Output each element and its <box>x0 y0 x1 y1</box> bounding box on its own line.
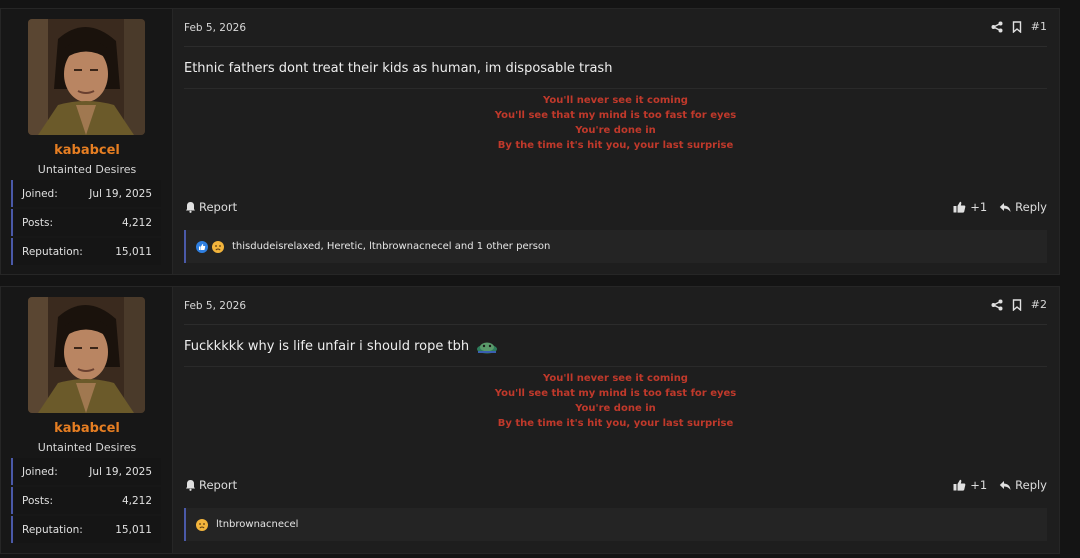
stat-label: Reputation: <box>22 523 83 536</box>
post-content: Feb 5, 2026 #1 Ethnic fathers dont treat… <box>173 9 1059 274</box>
divider <box>184 88 1047 89</box>
report-button[interactable]: Report <box>185 478 237 492</box>
like-count: +1 <box>970 200 988 214</box>
username[interactable]: kababcel <box>1 143 173 158</box>
post-date[interactable]: Feb 5, 2026 <box>184 300 246 312</box>
stat-reputation: Reputation: 15,011 <box>11 516 161 543</box>
user-title: Untainted Desires <box>37 441 137 454</box>
bookmark-icon[interactable] <box>1012 20 1022 33</box>
sad-reaction-icon <box>212 240 224 253</box>
report-button[interactable]: Report <box>185 200 237 214</box>
signature-line: You'll never see it coming <box>543 95 688 106</box>
stat-value: 15,011 <box>115 245 152 258</box>
stat-posts: Posts: 4,212 <box>11 209 161 236</box>
post-message-text: Fuckkkkk why is life unfair i should rop… <box>184 339 470 354</box>
reply-icon <box>999 480 1011 491</box>
username[interactable]: kababcel <box>1 421 173 436</box>
signature-line: By the time it's hit you, your last surp… <box>497 140 734 151</box>
stat-label: Joined: <box>22 187 58 200</box>
like-button[interactable]: +1 <box>953 200 987 214</box>
user-title: Untainted Desires <box>37 163 137 176</box>
reply-label: Reply <box>1015 478 1047 492</box>
reactions-bar[interactable]: thisdudeisrelaxed, Heretic, ltnbrownacne… <box>184 230 1047 263</box>
share-icon[interactable] <box>991 21 1003 33</box>
reactions-text[interactable]: ltnbrownacnecel <box>216 519 298 530</box>
divider <box>184 366 1047 367</box>
share-icon[interactable] <box>991 299 1003 311</box>
rope-emoji-icon <box>476 340 498 354</box>
stat-value: 15,011 <box>115 523 152 536</box>
post-footer-actions: +1 Reply <box>953 200 1047 214</box>
like-reaction-icon <box>196 240 208 253</box>
post-message: Fuckkkkk why is life unfair i should rop… <box>184 339 498 354</box>
stat-joined: Joined: Jul 19, 2025 <box>11 458 161 485</box>
post-content: Feb 5, 2026 #2 Fuckkkkk why is life unfa… <box>173 287 1059 553</box>
thumbs-up-icon <box>953 201 966 213</box>
stat-value: 4,212 <box>121 216 152 229</box>
signature-line: You'll see that my mind is too fast for … <box>494 388 737 399</box>
post-header-actions: #1 <box>991 20 1047 33</box>
bell-icon <box>185 201 196 213</box>
bookmark-icon[interactable] <box>1012 298 1022 311</box>
reply-button[interactable]: Reply <box>999 478 1047 492</box>
stat-joined: Joined: Jul 19, 2025 <box>11 180 161 207</box>
stat-label: Joined: <box>22 465 58 478</box>
stat-posts: Posts: 4,212 <box>11 487 161 514</box>
thumbs-up-icon <box>953 479 966 491</box>
post-message: Ethnic fathers dont treat their kids as … <box>184 61 613 76</box>
user-info-panel: kababcel Untainted Desires Joined: Jul 1… <box>1 9 173 274</box>
post-date[interactable]: Feb 5, 2026 <box>184 22 246 34</box>
signature-line: You're done in <box>575 403 656 414</box>
signature-line: You'll see that my mind is too fast for … <box>494 110 737 121</box>
stat-label: Reputation: <box>22 245 83 258</box>
signature: You'll never see it coming You'll see th… <box>184 371 1047 431</box>
stat-reputation: Reputation: 15,011 <box>11 238 161 265</box>
reply-label: Reply <box>1015 200 1047 214</box>
user-stats: Joined: Jul 19, 2025 Posts: 4,212 Reputa… <box>11 458 161 545</box>
signature-line: You'll never see it coming <box>543 373 688 384</box>
stat-label: Posts: <box>22 494 53 507</box>
avatar[interactable] <box>28 19 145 135</box>
post-header-actions: #2 <box>991 298 1047 311</box>
post-number[interactable]: #2 <box>1031 298 1047 311</box>
reply-button[interactable]: Reply <box>999 200 1047 214</box>
signature: You'll never see it coming You'll see th… <box>184 93 1047 153</box>
avatar[interactable] <box>28 297 145 413</box>
signature-line: By the time it's hit you, your last surp… <box>497 418 734 429</box>
like-count: +1 <box>970 478 988 492</box>
reply-icon <box>999 202 1011 213</box>
report-label: Report <box>199 478 238 492</box>
reactions-bar[interactable]: ltnbrownacnecel <box>184 508 1047 541</box>
divider <box>184 324 1047 325</box>
stat-value: 4,212 <box>121 494 152 507</box>
signature-line: You're done in <box>575 125 656 136</box>
sad-reaction-icon <box>196 518 208 531</box>
post: kababcel Untainted Desires Joined: Jul 1… <box>0 286 1060 554</box>
user-info-panel: kababcel Untainted Desires Joined: Jul 1… <box>1 287 173 553</box>
stat-value: Jul 19, 2025 <box>89 187 152 200</box>
reactions-text[interactable]: thisdudeisrelaxed, Heretic, ltnbrownacne… <box>232 241 550 252</box>
like-button[interactable]: +1 <box>953 478 987 492</box>
user-stats: Joined: Jul 19, 2025 Posts: 4,212 Reputa… <box>11 180 161 267</box>
stat-value: Jul 19, 2025 <box>89 465 152 478</box>
stat-label: Posts: <box>22 216 53 229</box>
bell-icon <box>185 479 196 491</box>
report-label: Report <box>199 200 238 214</box>
post-footer-actions: +1 Reply <box>953 478 1047 492</box>
divider <box>184 46 1047 47</box>
post: kababcel Untainted Desires Joined: Jul 1… <box>0 8 1060 275</box>
post-number[interactable]: #1 <box>1031 20 1047 33</box>
